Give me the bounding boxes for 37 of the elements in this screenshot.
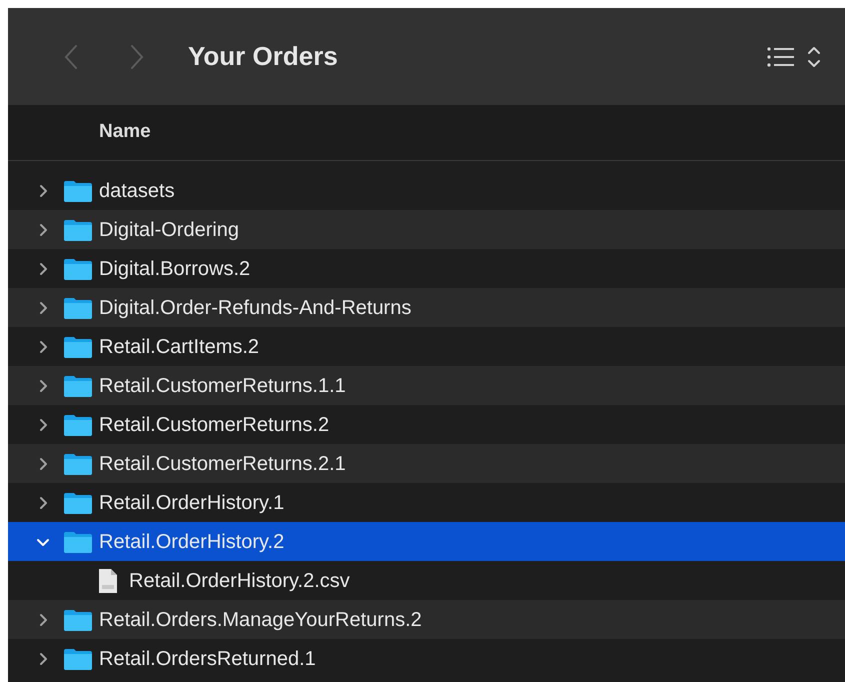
file-row[interactable]: Retail.CustomerReturns.1.1: [8, 366, 845, 405]
folder-icon: [63, 256, 93, 280]
file-name: Retail.Orders.ManageYourReturns.2: [99, 608, 422, 632]
file-name: Retail.CartItems.2: [99, 334, 260, 360]
file-name: Retail.OrderHistory.1: [99, 490, 284, 516]
folder-icon: [63, 334, 93, 358]
file-name: Retail.OrderHistory.2.csv: [129, 568, 350, 594]
file-name: Digital-Ordering: [99, 218, 240, 242]
folder-icon: [63, 646, 93, 670]
folder-icon: [63, 296, 93, 320]
folder-icon: [63, 374, 93, 398]
folder-icon: [63, 530, 93, 554]
folder-icon: [63, 452, 93, 476]
folder-icon: [63, 218, 93, 242]
list-view-button[interactable]: [767, 44, 821, 68]
folder-icon: [63, 490, 93, 514]
file-name: Digital.Order-Refunds-And-Returns: [99, 296, 412, 320]
folder-icon: [63, 608, 93, 632]
file-name: Digital.Borrows.2: [99, 256, 250, 282]
file-row[interactable]: Digital-Ordering: [8, 210, 845, 249]
list-icon: [767, 46, 795, 68]
document-icon: [97, 568, 119, 594]
file-name: Retail.CustomerReturns.2.1: [99, 452, 346, 476]
file-row[interactable]: Retail.CustomerReturns.2.1: [8, 444, 845, 483]
file-row[interactable]: Retail.Orders.ManageYourReturns.2: [8, 600, 845, 639]
file-row[interactable]: Digital.Order-Refunds-And-Returns: [8, 288, 845, 327]
file-name: Retail.CustomerReturns.1.1: [99, 374, 346, 398]
up-down-chevron-icon: [807, 44, 821, 68]
window-title: Your Orders: [188, 40, 338, 73]
file-name: Retail.OrdersReturned.1: [99, 646, 316, 672]
folder-icon: [63, 412, 93, 436]
file-name: Retail.CustomerReturns.2: [99, 412, 330, 438]
file-row[interactable]: Retail.OrderHistory.2: [8, 522, 845, 561]
column-header[interactable]: Name: [99, 118, 151, 147]
folder-icon: [63, 178, 93, 202]
file-name: Retail.OrderHistory.2: [99, 530, 284, 554]
file-name: datasets: [99, 178, 175, 204]
